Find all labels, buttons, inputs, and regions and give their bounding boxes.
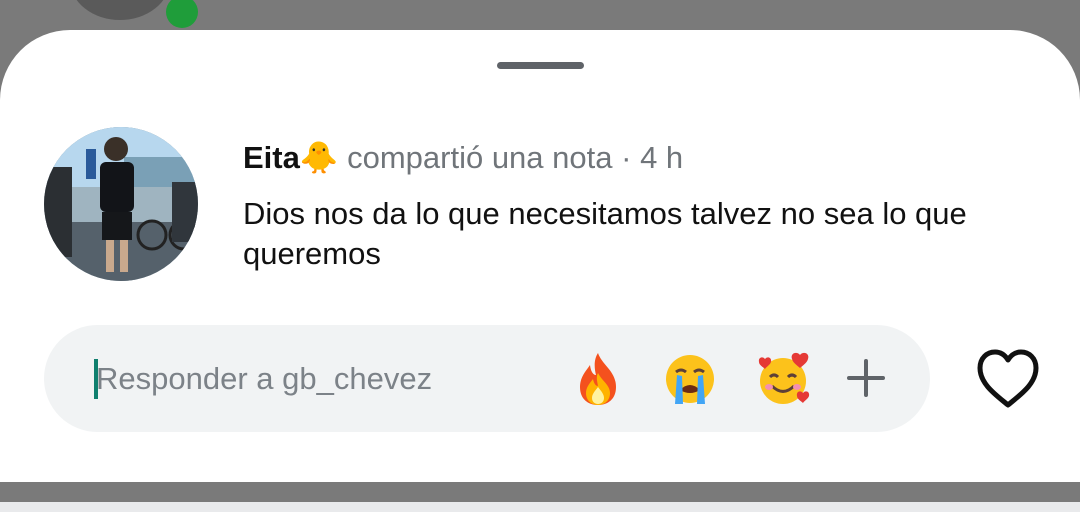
note-bottom-sheet: Eita🐥 compartió una nota · 4 h Dios nos … bbox=[0, 30, 1080, 512]
bottom-divider bbox=[0, 502, 1080, 512]
fire-reaction-button[interactable] bbox=[570, 351, 626, 407]
author-name[interactable]: Eita bbox=[243, 140, 300, 175]
note-header: Eita🐥 compartió una nota · 4 h bbox=[243, 138, 683, 178]
note-action: compartió una nota bbox=[347, 140, 613, 175]
reply-bar bbox=[44, 325, 930, 432]
text-caret bbox=[94, 359, 98, 399]
author-avatar[interactable] bbox=[44, 127, 198, 281]
fire-emoji-icon bbox=[580, 353, 616, 405]
meta-separator: · bbox=[621, 140, 632, 175]
like-button[interactable] bbox=[974, 347, 1042, 409]
note-text: Dios nos da lo que necesitamos talvez no… bbox=[243, 196, 967, 271]
note-timestamp: 4 h bbox=[640, 140, 684, 175]
drag-handle[interactable] bbox=[497, 62, 584, 69]
hearts-reaction-button[interactable] bbox=[756, 351, 812, 407]
avatar-photo bbox=[44, 127, 198, 281]
crying-emoji-icon bbox=[666, 355, 714, 404]
author-emoji: 🐥 bbox=[299, 140, 339, 175]
crying-reaction-button[interactable] bbox=[662, 351, 718, 407]
reply-input[interactable] bbox=[96, 355, 516, 403]
heart-outline-icon bbox=[977, 349, 1039, 408]
smiling-face-with-hearts-emoji-icon bbox=[758, 352, 810, 404]
background-avatar bbox=[70, 0, 170, 20]
more-reactions-button[interactable] bbox=[844, 356, 888, 400]
plus-icon bbox=[847, 359, 885, 397]
online-status-dot bbox=[166, 0, 198, 28]
